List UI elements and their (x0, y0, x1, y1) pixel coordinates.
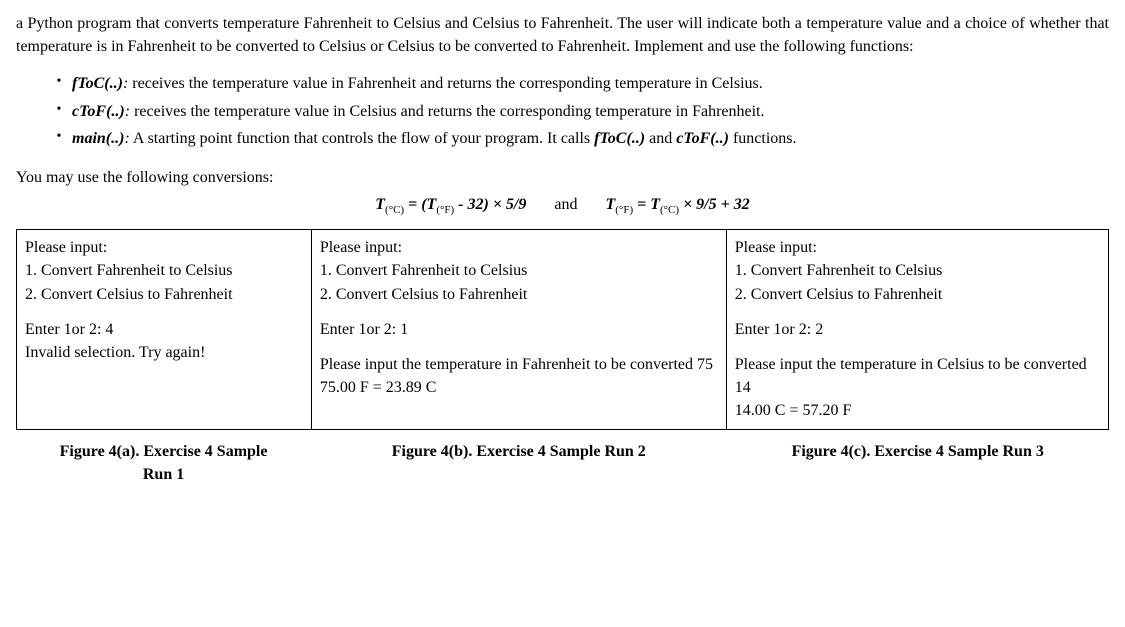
menu-header: Please input: (25, 236, 303, 259)
menu-option: 2. Convert Celsius to Fahrenheit (25, 283, 303, 306)
menu-block: Please input: 1. Convert Fahrenheit to C… (320, 236, 718, 306)
menu-block: Please input: 1. Convert Fahrenheit to C… (25, 236, 303, 306)
prompt-line: Enter 1or 2: 4 (25, 318, 303, 341)
sample-runs-table: Please input: 1. Convert Fahrenheit to C… (16, 229, 1109, 429)
result-block: Please input the temperature in Celsius … (735, 353, 1100, 423)
bullet-text: main(..): A starting point function that… (72, 127, 1109, 150)
formula-sub: (°F) (436, 204, 454, 216)
formula-sub: (°C) (660, 204, 679, 216)
function-name: cToF(..) (72, 103, 125, 120)
invalid-line: Invalid selection. Try again! (25, 341, 303, 364)
prompt-line: Enter 1or 2: 2 (735, 318, 1100, 341)
conversions-intro: You may use the following conversions: (16, 166, 1109, 189)
bullet-dot-icon: • (46, 72, 72, 92)
run-block: Enter 1or 2: 4 Invalid selection. Try ag… (25, 318, 303, 364)
intro-paragraph: a Python program that converts temperatu… (16, 12, 1109, 58)
captions-row: Figure 4(a). Exercise 4 Sample Run 1 Fig… (16, 440, 1109, 486)
formula-var: T (375, 196, 385, 213)
bullet-dot-icon: • (46, 100, 72, 120)
bullet-item: • main(..): A starting point function th… (46, 127, 1109, 150)
ask-line: Please input the temperature in Fahrenhe… (320, 353, 718, 376)
sample-cell-c: Please input: 1. Convert Fahrenheit to C… (726, 230, 1108, 429)
bullet-text: fToC(..): receives the temperature value… (72, 72, 1109, 95)
sample-cell-a: Please input: 1. Convert Fahrenheit to C… (17, 230, 312, 429)
menu-option: 1. Convert Fahrenheit to Celsius (320, 259, 718, 282)
bullet-item: • fToC(..): receives the temperature val… (46, 72, 1109, 95)
menu-option: 1. Convert Fahrenheit to Celsius (735, 259, 1100, 282)
mid-text: and (645, 130, 676, 147)
formula-line: T(°C) = (T(°F) - 32) × 5/9 and T(°F) = T… (16, 193, 1109, 219)
formula-sub: (°F) (615, 204, 633, 216)
menu-option: 2. Convert Celsius to Fahrenheit (320, 283, 718, 306)
menu-block: Please input: 1. Convert Fahrenheit to C… (735, 236, 1100, 306)
formula-sub: (°C) (385, 204, 404, 216)
function-desc: receives the temperature value in Fahren… (128, 75, 762, 92)
caption-b: Figure 4(b). Exercise 4 Sample Run 2 (311, 440, 726, 486)
caption-line: Run 1 (16, 463, 311, 486)
function-desc-prefix: A starting point function that controls … (130, 130, 594, 147)
formula-text: = (T (404, 196, 436, 213)
result-line: 14.00 C = 57.20 F (735, 399, 1100, 422)
bullet-dot-icon: • (46, 127, 72, 147)
menu-option: 2. Convert Celsius to Fahrenheit (735, 283, 1100, 306)
formula-text: - 32) × 5/9 (454, 196, 526, 213)
menu-option: 1. Convert Fahrenheit to Celsius (25, 259, 303, 282)
caption-a: Figure 4(a). Exercise 4 Sample Run 1 (16, 440, 311, 486)
function-call: cToF(..) (676, 130, 729, 147)
bullet-text: cToF(..): receives the temperature value… (72, 100, 1109, 123)
sample-cell-b: Please input: 1. Convert Fahrenheit to C… (311, 230, 726, 429)
function-desc: receives the temperature value in Celsiu… (130, 103, 764, 120)
caption-c: Figure 4(c). Exercise 4 Sample Run 3 (726, 440, 1109, 486)
run-block: Enter 1or 2: 1 (320, 318, 718, 341)
ask-line: Please input the temperature in Celsius … (735, 353, 1100, 399)
menu-header: Please input: (320, 236, 718, 259)
bullet-list: • fToC(..): receives the temperature val… (46, 72, 1109, 150)
menu-header: Please input: (735, 236, 1100, 259)
caption-line: Figure 4(a). Exercise 4 Sample (16, 440, 311, 463)
formula-text: = T (633, 196, 660, 213)
result-block: Please input the temperature in Fahrenhe… (320, 353, 718, 399)
prompt-line: Enter 1or 2: 1 (320, 318, 718, 341)
formula-var: T (605, 196, 615, 213)
function-name: main(..) (72, 130, 124, 147)
function-call: fToC(..) (594, 130, 645, 147)
formula-and: and (554, 196, 577, 213)
result-line: 75.00 F = 23.89 C (320, 376, 718, 399)
run-block: Enter 1or 2: 2 (735, 318, 1100, 341)
formula-text: × 9/5 + 32 (679, 196, 750, 213)
function-name: fToC(..) (72, 75, 123, 92)
function-desc-suffix: functions. (729, 130, 797, 147)
bullet-item: • cToF(..): receives the temperature val… (46, 100, 1109, 123)
